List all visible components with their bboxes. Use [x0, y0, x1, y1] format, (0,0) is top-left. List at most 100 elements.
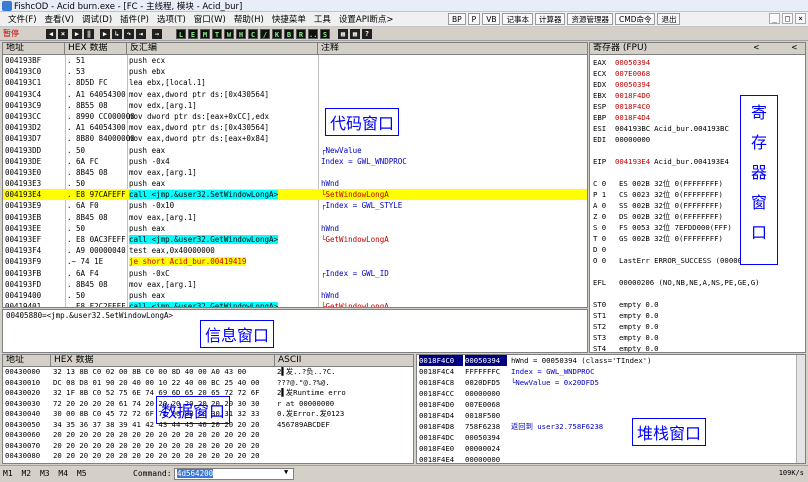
- close-debug-icon[interactable]: ×: [58, 29, 68, 39]
- marker-m5[interactable]: M5: [77, 469, 87, 478]
- handles-window-button[interactable]: H: [236, 29, 246, 39]
- marker-m3[interactable]: M3: [40, 469, 50, 478]
- disasm-row[interactable]: 004193FD . 8B45 08 mov eax,[arg.1]: [3, 279, 587, 290]
- disasm-row[interactable]: 004193EE . 50 push eax hWnd: [3, 223, 587, 234]
- register-row[interactable]: ECX 007E0068: [593, 68, 805, 79]
- threads-window-button[interactable]: T: [212, 29, 222, 39]
- menu-window[interactable]: 窗口(W): [190, 13, 230, 25]
- register-row[interactable]: ST3 empty 0.0: [593, 332, 805, 343]
- disasm-row[interactable]: 004193D2 . A1 64054300 mov eax,dword ptr d…: [3, 122, 587, 133]
- close-icon[interactable]: ×: [795, 13, 806, 24]
- minimize-icon[interactable]: _: [769, 13, 780, 24]
- menu-tools[interactable]: 工具: [310, 13, 335, 25]
- memory-window-button[interactable]: M: [200, 29, 210, 39]
- col-address[interactable]: 地址: [3, 43, 65, 55]
- restore-icon[interactable]: □: [782, 13, 793, 24]
- restart-icon[interactable]: ◀: [46, 29, 56, 39]
- disasm-row[interactable]: 004193C0 . 53 push ebx: [3, 66, 587, 77]
- menu-options[interactable]: 选项(T): [153, 13, 190, 25]
- exit-button[interactable]: 退出: [657, 13, 681, 25]
- chevron-down-icon[interactable]: ▼: [284, 468, 288, 476]
- bp-button[interactable]: BP: [448, 13, 466, 25]
- stack-scrollbar[interactable]: [796, 355, 805, 463]
- references-window-button[interactable]: R: [296, 29, 306, 39]
- disasm-row[interactable]: 004193E4 . E8 97CAFEFF call <jmp.&user32.S…: [3, 189, 587, 201]
- disasm-row[interactable]: 004193C9 . 8B55 08 mov edx,[arg.1]: [3, 100, 587, 111]
- notepad-button[interactable]: 记事本: [502, 13, 533, 25]
- step-into-icon[interactable]: ▶: [100, 29, 110, 39]
- registers-next-icon[interactable]: <: [792, 43, 797, 53]
- disasm-row[interactable]: 004193EF . E8 0AC3FEFF call <jmp.&user32.G…: [3, 234, 587, 245]
- register-row[interactable]: EAX 00050394: [593, 57, 805, 68]
- dump-col-ascii[interactable]: ASCII: [275, 355, 413, 367]
- disasm-row[interactable]: 00419400 . 50 push eax hWnd: [3, 290, 587, 301]
- disasm-row[interactable]: 004193D7 . 8B80 84000000 mov eax,dword ptr…: [3, 133, 587, 144]
- menu-api-breakpoint[interactable]: 设置API断点>: [335, 13, 398, 25]
- register-row[interactable]: ST0 empty 0.0: [593, 299, 805, 310]
- register-row[interactable]: ST2 empty 0.0: [593, 321, 805, 332]
- col-hex[interactable]: HEX 数据: [65, 43, 127, 55]
- patches-window-button[interactable]: /: [260, 29, 270, 39]
- col-disassembly[interactable]: 反汇编: [127, 43, 318, 55]
- disasm-row[interactable]: 004193F4 . A9 00000040 test eax,0x40000000: [3, 245, 587, 256]
- dump-col-hex[interactable]: HEX 数据: [51, 355, 275, 367]
- trace-window-button[interactable]: ...: [308, 29, 322, 39]
- source-window-button[interactable]: S: [320, 29, 330, 39]
- breakpoints-window-button[interactable]: B: [284, 29, 294, 39]
- disasm-row[interactable]: 004193E3 . 50 push eax hWnd: [3, 178, 587, 189]
- registers-prev-icon[interactable]: <: [754, 43, 759, 53]
- disasm-row[interactable]: 004193E9 . 6A F0 push -0x10 ┌Index = GWL_ST…: [3, 200, 587, 211]
- modules-window-button[interactable]: E: [188, 29, 198, 39]
- vb-button[interactable]: VB: [482, 13, 501, 25]
- disasm-row[interactable]: 00419401 . E8 F2C2FEFF call <jmp.&user32.G…: [3, 301, 587, 307]
- callstack-window-button[interactable]: K: [272, 29, 282, 39]
- disasm-row[interactable]: 004193F9 .~ 74 1E je short Acid_bur.004194…: [3, 256, 587, 267]
- disasm-row[interactable]: 004193BF . 51 push ecx: [3, 55, 587, 66]
- disasm-row[interactable]: 004193C4 . A1 64054300 mov eax,dword ptr d…: [3, 89, 587, 100]
- register-row[interactable]: EFL 00000206 (NO,NB,NE,A,NS,PE,GE,G): [593, 277, 805, 288]
- menu-help[interactable]: 帮助(H): [230, 13, 268, 25]
- options-icon[interactable]: ▦: [350, 29, 360, 39]
- log-window-button[interactable]: L: [176, 29, 186, 39]
- register-row[interactable]: [593, 288, 805, 299]
- step-over-icon[interactable]: ↳: [112, 29, 122, 39]
- col-comment[interactable]: 注释: [318, 43, 587, 55]
- disassembly-pane[interactable]: 地址 HEX 数据 反汇编 注释 004193BF. 51 push ecx 004…: [2, 42, 588, 308]
- menu-debug[interactable]: 调试(D): [78, 13, 116, 25]
- marker-m1[interactable]: M1: [3, 469, 13, 478]
- help-icon[interactable]: ?: [362, 29, 372, 39]
- command-input[interactable]: 4d564200: [174, 468, 294, 480]
- explorer-button[interactable]: 资源管理器: [567, 13, 613, 25]
- disasm-row[interactable]: 004193DD . 50 push eax ┌NewValue: [3, 145, 587, 156]
- windows-window-button[interactable]: W: [224, 29, 234, 39]
- register-row[interactable]: ST4 empty 0.0: [593, 343, 805, 352]
- trace-over-icon[interactable]: ⇥: [136, 29, 146, 39]
- menu-file[interactable]: 文件(F): [4, 13, 41, 25]
- disasm-row[interactable]: 004193CC . 8990 CC000000 mov dword ptr ds:…: [3, 111, 587, 122]
- disasm-row[interactable]: 004193FB . 6A F4 push -0xC ┌Index = GWL_ID: [3, 268, 587, 279]
- menu-view[interactable]: 查看(V): [41, 13, 78, 25]
- run-icon[interactable]: ▶: [72, 29, 82, 39]
- calculator-button[interactable]: 计算器: [534, 13, 566, 25]
- cpu-window-button[interactable]: C: [248, 29, 258, 39]
- trace-into-icon[interactable]: ↷: [124, 29, 134, 39]
- register-row[interactable]: EDX 00050394: [593, 79, 805, 90]
- stack-pane[interactable]: 0018F4C0 00050394 hWnd = 00050394 (class='…: [416, 354, 806, 464]
- register-row[interactable]: ST1 empty 0.0: [593, 310, 805, 321]
- disasm-row[interactable]: 004193EB . 8B45 08 mov eax,[arg.1]: [3, 212, 587, 223]
- menu-shortcuts[interactable]: 快捷菜单: [268, 13, 310, 25]
- registers-nav[interactable]: < <: [754, 43, 797, 53]
- p-button[interactable]: P: [467, 13, 481, 25]
- marker-m2[interactable]: M2: [21, 469, 31, 478]
- marker-m4[interactable]: M4: [58, 469, 68, 478]
- dump-col-address[interactable]: 地址: [3, 355, 51, 367]
- disasm-row[interactable]: 004193DE . 6A FC push -0x4 Index = GWL_WNDP…: [3, 156, 587, 167]
- register-row[interactable]: [593, 266, 805, 277]
- disasm-row[interactable]: 004193C1 . 8D5D FC lea ebx,[local.1]: [3, 77, 587, 88]
- menu-plugins[interactable]: 插件(P): [116, 13, 153, 25]
- pause-icon[interactable]: ‖: [84, 29, 94, 39]
- layout-icon[interactable]: ▦: [338, 29, 348, 39]
- goto-icon[interactable]: →: [152, 29, 162, 39]
- cmd-button[interactable]: CMD命令: [614, 13, 656, 25]
- disasm-row[interactable]: 004193E0 . 8B45 08 mov eax,[arg.1]: [3, 167, 587, 178]
